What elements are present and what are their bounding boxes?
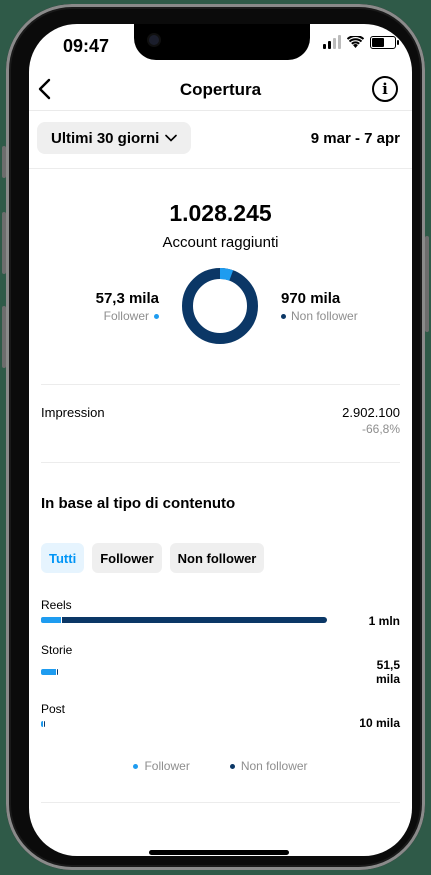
mute-switch: [2, 146, 6, 178]
non-follower-dot-icon: [229, 763, 235, 769]
status-time: 09:47: [63, 36, 110, 56]
impressions-value: 2.902.100: [342, 405, 400, 420]
screen: 09:47 Copertura i Ultimi 30 giorni 9 mar…: [29, 24, 412, 856]
header: Copertura i: [29, 70, 412, 111]
chip-all[interactable]: Tutti: [41, 543, 85, 573]
legend-follower-label: Follower: [144, 759, 190, 773]
audience-filter-chips: Tutti Follower Non follower: [41, 543, 265, 573]
chip-non-follower[interactable]: Non follower: [169, 543, 265, 573]
non-follower-arc: [182, 268, 258, 344]
volume-up-button: [2, 212, 6, 274]
non-followers-label: Non follower: [291, 309, 358, 323]
non-follower-dot-icon: [281, 313, 286, 319]
content-row-value: 1 mln: [368, 614, 400, 628]
signal-icon: [323, 35, 341, 49]
followers-stat: 57,3 mila Follower: [73, 290, 159, 323]
chip-follower[interactable]: Follower: [92, 543, 162, 573]
reels-follower-bar: [41, 617, 62, 623]
divider: [29, 168, 412, 169]
content-row-label: Storie: [41, 643, 73, 657]
follower-dot-icon: [154, 313, 159, 319]
non-followers-value: 970 mila: [281, 290, 341, 307]
reels-non-follower-bar: [62, 617, 327, 623]
non-followers-legend: Non follower: [281, 309, 391, 323]
followers-legend: Follower: [73, 309, 159, 323]
content-row-posts: Post 10 mila: [41, 702, 400, 732]
legend-follower: Follower: [133, 759, 190, 773]
volume-down-button: [2, 306, 6, 368]
content-row-label: Reels: [41, 598, 72, 612]
stories-follower-bar: [41, 669, 56, 675]
follower-dot-icon: [133, 763, 139, 769]
date-range-label: Ultimi 30 giorni: [51, 129, 160, 147]
content-row-value: 10 mila: [359, 716, 400, 730]
impressions-delta: -66,8%: [361, 422, 400, 436]
wifi-icon: [347, 35, 364, 48]
chart-legend: Follower Non follower: [29, 759, 412, 773]
posts-follower-bar: [41, 721, 43, 727]
divider: [41, 802, 400, 803]
posts-non-follower-bar: [44, 721, 45, 727]
page-title: Copertura: [179, 80, 262, 99]
impressions-label: Impression: [41, 405, 105, 420]
date-range-text: 9 mar - 7 apr: [310, 130, 400, 147]
reach-donut-chart: [182, 268, 258, 344]
status-icons: [323, 35, 399, 49]
accounts-reached-total: 1.028.245: [169, 200, 272, 226]
non-followers-stat: 970 mila Non follower: [281, 290, 391, 323]
accounts-reached-label: Account raggiunti: [162, 234, 279, 251]
followers-label: Follower: [103, 309, 149, 323]
date-range-dropdown[interactable]: Ultimi 30 giorni: [37, 122, 192, 154]
power-button: [425, 236, 429, 332]
home-indicator[interactable]: [149, 850, 289, 855]
content-row-stories: Storie 51,5 mila: [41, 643, 400, 686]
followers-value: 57,3 mila: [95, 290, 159, 307]
info-icon[interactable]: i: [372, 76, 398, 102]
stories-non-follower-bar: [56, 669, 59, 675]
divider: [41, 384, 400, 385]
divider: [41, 462, 400, 463]
legend-non-follower: Non follower: [229, 759, 308, 773]
chevron-down-icon: [165, 134, 178, 142]
stories-bar: [41, 669, 59, 675]
camera-icon: [149, 35, 159, 45]
content-row-label: Post: [41, 702, 66, 716]
posts-bar: [41, 721, 45, 727]
legend-non-follower-label: Non follower: [240, 759, 308, 773]
notch: [134, 24, 310, 60]
battery-icon: [370, 35, 399, 49]
reels-bar: [41, 617, 327, 623]
content-row-reels: Reels 1 mln: [41, 598, 400, 628]
content-row-value: 51,5 mila: [375, 658, 400, 686]
content-type-title: In base al tipo di contenuto: [41, 495, 236, 512]
